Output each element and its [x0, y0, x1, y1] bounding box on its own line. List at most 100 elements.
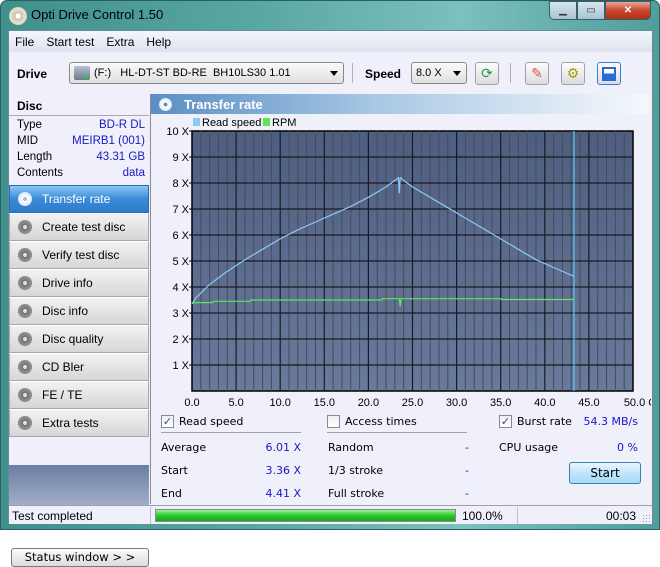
refresh-button[interactable]: ⟳	[475, 62, 499, 85]
menu-bar: File Start test Extra Help	[9, 31, 652, 52]
settings-icon: ⚙	[566, 65, 580, 81]
minimize-button[interactable]: ▁	[549, 1, 577, 20]
nav-cd-bler[interactable]: CD Bler	[9, 353, 149, 381]
menu-help[interactable]: Help	[140, 35, 177, 49]
chevron-down-icon	[453, 71, 461, 76]
one-third-stroke-label: 1/3 stroke	[328, 464, 383, 477]
nav-drive-info[interactable]: Drive info	[9, 269, 149, 297]
resize-grip[interactable]	[642, 514, 650, 522]
nav-fe-te[interactable]: FE / TE	[9, 381, 149, 409]
drive-icon	[74, 66, 90, 80]
speed-select[interactable]: 8.0 X	[411, 62, 467, 84]
toolbar: Drive (F:) HL-DT-ST BD-RE BH10LS30 1.01 …	[9, 53, 652, 93]
drive-value: (F:) HL-DT-ST BD-RE BH10LS30 1.01	[94, 67, 291, 79]
nav-spacer	[9, 465, 149, 510]
status-text: Test completed	[12, 509, 93, 523]
disc-mid-label: MID	[17, 135, 39, 147]
legend-rpm: RPM	[272, 117, 296, 129]
toolbar-divider	[510, 63, 511, 83]
disc-contents-label: Contents	[17, 167, 64, 179]
disc-header: Disc	[9, 94, 149, 116]
chart-svg: Read speed RPM 1 X 2 X 3 X 4 X 5 X 6 X 7 X 8 X 9…	[166, 117, 660, 409]
disc-length-value: 43.31 GB	[96, 151, 145, 163]
end-label: End	[161, 487, 182, 500]
divider	[161, 432, 301, 433]
unchecked-box-icon	[327, 415, 340, 428]
client-area: File Start test Extra Help Drive (F:) HL…	[8, 30, 660, 567]
sidebar: Disc Type BD-R DL MID MEIRB1 (001) Length 4…	[9, 94, 149, 567]
y-tick-label: 3 X	[172, 308, 189, 320]
read-speed-checkbox[interactable]: ✓ Read speed	[161, 415, 243, 428]
nav-label: Verify test disc	[42, 248, 120, 262]
eraser-icon: ✎	[531, 65, 543, 81]
y-tick-label: 8 X	[172, 178, 189, 190]
menu-start-test[interactable]: Start test	[40, 35, 100, 49]
progress-bar	[155, 509, 456, 522]
disc-type-row: Type BD-R DL	[9, 117, 149, 133]
nav-create-test-disc[interactable]: Create test disc	[9, 213, 149, 241]
transfer-rate-icon	[18, 192, 32, 206]
window-title: Opti Drive Control 1.50	[31, 7, 164, 22]
save-button[interactable]	[597, 62, 621, 85]
nav-verify-test-disc[interactable]: Verify test disc	[9, 241, 149, 269]
progress-percent: 100.0%	[462, 509, 503, 523]
end-value: 4.41 X	[265, 487, 301, 500]
speed-value: 8.0 X	[416, 67, 442, 79]
y-axis: 1 X 2 X 3 X 4 X 5 X 6 X 7 X 8 X 9 X 10 X	[166, 126, 192, 372]
burst-rate-value: 54.3 MB/s	[583, 415, 638, 428]
panel-title: Transfer rate	[184, 96, 263, 112]
status-window-button[interactable]: Status window > >	[11, 548, 149, 567]
menu-extra[interactable]: Extra	[100, 35, 140, 49]
average-label: Average	[161, 441, 207, 454]
disc-contents-value: data	[122, 167, 145, 179]
start-button[interactable]: Start	[569, 462, 641, 484]
y-tick-label: 10 X	[166, 126, 189, 138]
chart-legend: Read speed RPM	[193, 117, 296, 129]
disc-info: Type BD-R DL MID MEIRB1 (001) Length 43.31 …	[9, 117, 149, 181]
transfer-rate-icon	[159, 97, 172, 111]
app-disc-icon	[9, 7, 27, 25]
nav-disc-quality[interactable]: Disc quality	[9, 325, 149, 353]
one-third-stroke-value: -	[465, 464, 469, 477]
verify-disc-icon	[18, 248, 32, 262]
elapsed-time: 00:03	[605, 509, 636, 523]
access-times-checkbox[interactable]: Access times	[327, 415, 417, 428]
nav-transfer-rate[interactable]: Transfer rate	[9, 185, 149, 213]
maximize-button[interactable]: ▭	[577, 1, 605, 20]
full-stroke-label: Full stroke	[328, 487, 385, 500]
progress-fill	[156, 510, 455, 521]
disc-mid-value: MEIRB1 (001)	[72, 135, 145, 147]
disc-contents-row: Contents data	[9, 165, 149, 181]
app-window: Opti Drive Control 1.50 ▁ ▭ ✕ File Start…	[0, 0, 660, 567]
legend-read-speed: Read speed	[202, 117, 261, 129]
toolbar-divider	[352, 63, 353, 83]
y-tick-label: 7 X	[172, 204, 189, 216]
settings-button[interactable]: ⚙	[561, 62, 585, 85]
save-icon	[602, 66, 616, 81]
disc-length-row: Length 43.31 GB	[9, 149, 149, 165]
drive-select[interactable]: (F:) HL-DT-ST BD-RE BH10LS30 1.01	[69, 62, 344, 84]
close-icon: ✕	[623, 5, 633, 16]
nav-label: CD Bler	[42, 360, 85, 374]
checkmark-icon: ✓	[499, 415, 512, 428]
menu-file[interactable]: File	[9, 35, 40, 49]
nav-disc-info[interactable]: Disc info	[9, 297, 149, 325]
erase-button[interactable]: ✎	[525, 62, 549, 85]
legend-swatch-read-speed	[193, 118, 200, 126]
cpu-usage-value: 0 %	[617, 441, 638, 454]
divider	[327, 432, 467, 433]
nav-extra-tests[interactable]: Extra tests	[9, 409, 149, 437]
random-label: Random	[328, 441, 374, 454]
disc-info-icon	[18, 304, 32, 318]
title-bar[interactable]: Opti Drive Control 1.50 ▁ ▭ ✕	[1, 1, 659, 30]
status-bar: Test completed 100.0% 00:03	[9, 505, 652, 524]
fe-te-icon	[18, 388, 32, 402]
y-tick-label: 4 X	[172, 282, 189, 294]
nav-label: Transfer rate	[42, 192, 111, 206]
disc-length-label: Length	[17, 151, 53, 163]
nav-label: Extra tests	[42, 416, 99, 430]
status-divider	[150, 507, 151, 524]
panel-header: Transfer rate	[151, 94, 649, 114]
y-tick-label: 6 X	[172, 230, 189, 242]
close-button[interactable]: ✕	[605, 1, 651, 20]
